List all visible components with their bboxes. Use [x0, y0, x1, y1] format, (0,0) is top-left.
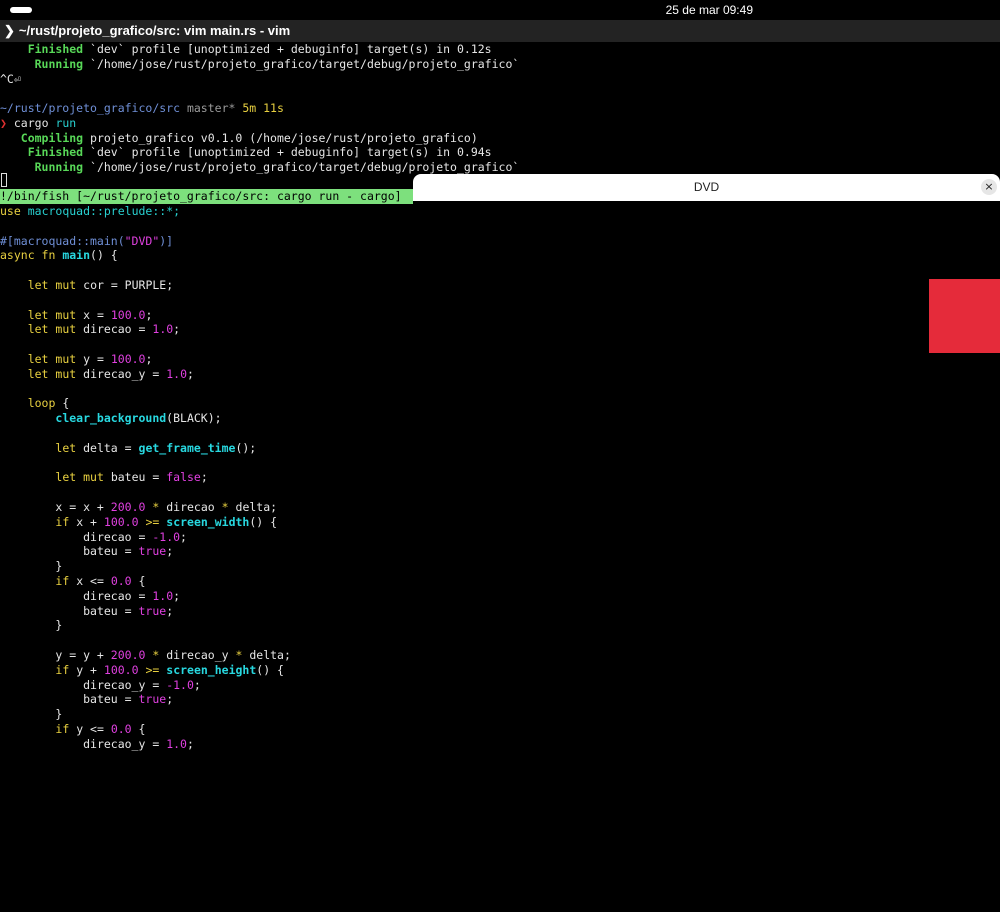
terminal-line: Compiling projeto_grafico v0.1.0 (/home/…	[20, 130, 478, 145]
code-line: }	[55, 618, 63, 633]
system-status-bar: 25 de mar 09:49	[0, 0, 1000, 20]
shell-command: ❯ cargo run	[0, 115, 77, 130]
code-line: clear_background(BLACK);	[55, 411, 222, 426]
code-line: if y <= 0.0 {	[55, 722, 146, 736]
dvd-window[interactable]: DVD ×	[413, 174, 1000, 750]
code-line: if x <= 0.0 {	[55, 574, 146, 588]
code-line: }	[55, 559, 63, 574]
terminal-line: Finished `dev` profile [unoptimized + de…	[27, 145, 492, 160]
code-line: let mut bateu = false;	[55, 470, 208, 485]
terminal-line: ^C⏎	[0, 71, 21, 86]
terminal-title: ~/rust/projeto_grafico/src: vim main.rs …	[18, 23, 291, 38]
code-line: direcao_y = -1.0;	[83, 677, 201, 692]
terminal-titlebar[interactable]: ❯ ~/rust/projeto_grafico/src: vim main.rs…	[0, 20, 1000, 42]
chevron-icon: ❯	[4, 23, 15, 38]
code-line: let mut direcao_y = 1.0;	[27, 366, 194, 381]
code-line: let mut direcao = 1.0;	[27, 322, 181, 337]
code-line: async fn main() {	[0, 248, 118, 263]
code-line: y = y + 200.0 * direcao_y * delta;	[55, 648, 291, 662]
code-line: direcao = 1.0;	[83, 588, 181, 603]
code-line: if x + 100.0 >= screen_width() {	[55, 514, 278, 529]
terminal-cursor	[1, 173, 7, 187]
code-line: direcao = -1.0;	[83, 529, 187, 544]
code-line: use macroquad::prelude::*;	[0, 204, 181, 218]
code-line: direcao_y = 1.0;	[83, 736, 194, 751]
code-line: let mut y = 100.0;	[27, 352, 153, 366]
code-line: #[macroquad::main("DVD")]	[0, 233, 174, 248]
code-line: let mut x = 100.0;	[27, 307, 153, 322]
terminal-line: Finished `dev` profile [unoptimized + de…	[27, 42, 492, 56]
code-line: let delta = get_frame_time();	[55, 440, 257, 455]
multitask-pill-icon[interactable]	[10, 7, 32, 13]
code-line: if y + 100.0 >= screen_height() {	[55, 662, 284, 677]
code-line: x = x + 200.0 * direcao * delta;	[55, 500, 278, 514]
status-datetime: 25 de mar 09:49	[665, 3, 753, 17]
shell-prompt: ~/rust/projeto_grafico/src master* 5m 11…	[0, 101, 284, 115]
code-line: bateu = true;	[83, 603, 174, 618]
dvd-window-titlebar[interactable]: DVD ×	[413, 174, 1000, 201]
terminal-line: Running `/home/jose/rust/projeto_grafico…	[34, 56, 520, 71]
code-line: bateu = true;	[83, 692, 174, 707]
vim-split-statusline: !/bin/fish [~/rust/projeto_grafico/src: …	[0, 189, 413, 204]
code-line: }	[55, 707, 63, 722]
code-line: let mut cor = PURPLE;	[27, 278, 174, 292]
code-line: bateu = true;	[83, 544, 174, 559]
code-line: loop {	[27, 396, 70, 411]
terminal-line: Running `/home/jose/rust/projeto_grafico…	[34, 160, 520, 175]
dvd-window-title: DVD	[693, 180, 720, 194]
bouncing-square	[929, 279, 1000, 353]
close-icon[interactable]: ×	[981, 179, 997, 195]
